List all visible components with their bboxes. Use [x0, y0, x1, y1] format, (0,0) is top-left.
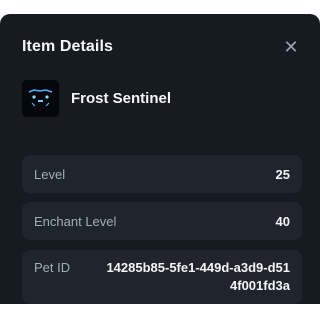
item-summary: Frost Sentinel [22, 80, 171, 117]
stat-level-value: 25 [275, 166, 290, 182]
frost-sentinel-icon-graphic [22, 80, 59, 117]
stat-level-row: Level 25 [22, 155, 302, 193]
panel-header: Item Details ✕ [22, 36, 300, 58]
stat-enchant-label: Enchant Level [34, 213, 117, 229]
item-details-panel: Item Details ✕ Frost Sentinel Level 25 E… [0, 14, 320, 304]
frost-sentinel-icon [22, 80, 59, 117]
stat-pet-id-value: 14285b85-5fe1-449d-a3d9-d514f001fd3a [106, 260, 290, 293]
stat-enchant-value: 40 [275, 213, 290, 229]
item-name: Frost Sentinel [71, 90, 172, 107]
stat-enchant-row: Enchant Level 40 [22, 202, 302, 240]
panel-title: Item Details [22, 38, 114, 55]
stat-pet-id-row: Pet ID 14285b85-5fe1-449d-a3d9-d514f001f… [22, 250, 302, 304]
stat-pet-id-label: Pet ID [34, 260, 71, 275]
close-icon[interactable]: ✕ [282, 38, 300, 56]
stat-level-label: Level [34, 166, 66, 182]
